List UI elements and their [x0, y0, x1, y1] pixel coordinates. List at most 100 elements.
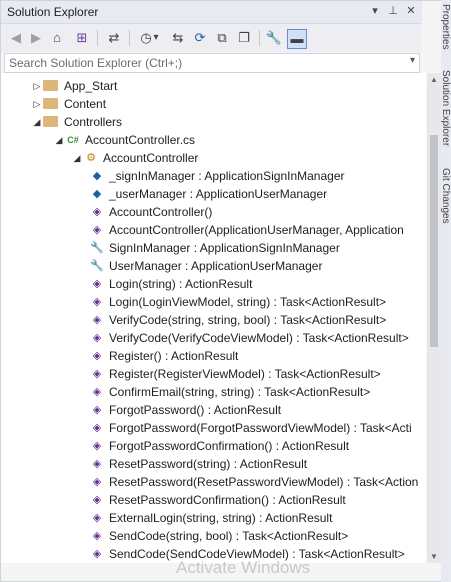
title-bar: Solution Explorer ▾ ⊥ ✕ — [1, 1, 422, 24]
method-icon: ◈ — [92, 367, 102, 380]
sync-icon[interactable]: ⇄ — [105, 29, 123, 47]
tree-item-label: SendCode(string, bool) : Task<ActionResu… — [109, 528, 349, 543]
method-icon: ◈ — [92, 295, 102, 308]
method-icon: ◈ — [92, 457, 102, 470]
window-dropdown-icon[interactable]: ▾ — [367, 3, 383, 19]
tree-item[interactable]: ◈ AccountController() — [89, 202, 213, 220]
tree-item-label: Register(RegisterViewModel) : Task<Actio… — [109, 366, 381, 381]
scrollbar-thumb[interactable] — [430, 135, 438, 347]
tree-item[interactable]: ◈ ForgotPasswordConfirmation() : ActionRe… — [89, 436, 349, 454]
tree-item[interactable]: ◈ ExternalLogin(string, string) : ActionR… — [89, 508, 333, 526]
tree-item[interactable]: ◈ Login(LoginViewModel, string) : Task<Ac… — [89, 292, 386, 310]
activate-windows-watermark: Activate Windows — [176, 558, 311, 577]
home-icon[interactable]: ⌂ — [48, 29, 66, 47]
side-tab-properties[interactable]: Properties — [441, 4, 451, 50]
tree-item[interactable]: ◈ VerifyCode(VerifyCodeViewModel) : Task<… — [89, 328, 409, 346]
property-icon: 🔧 — [90, 259, 104, 272]
tree-item-label: UserManager : ApplicationUserManager — [109, 258, 323, 273]
method-icon: ◈ — [92, 547, 102, 560]
filter-dropdown-icon[interactable]: ▾ — [151, 29, 161, 47]
method-icon: ◈ — [92, 277, 102, 290]
tree-item[interactable]: ▷ Content — [31, 94, 107, 113]
expander-icon[interactable]: ▷ — [31, 77, 43, 95]
tree-item-label: AccountController() — [109, 204, 213, 219]
switch-views-icon[interactable]: ⊞ — [73, 29, 91, 47]
method-icon: ◈ — [92, 349, 102, 362]
expander-icon[interactable]: ◢ — [71, 149, 83, 167]
solution-explorer-window: Solution Explorer ▾ ⊥ ✕ ◀ ▶ ⌂ ⊞ ⇄ ◷ ▾ ⇆ … — [0, 0, 451, 582]
tree-item-label: AccountController.cs — [85, 132, 196, 147]
tree-item[interactable]: ◢ Controllers — [31, 112, 123, 131]
private-field-icon: ◆ — [92, 187, 102, 200]
method-icon: ◈ — [92, 205, 102, 218]
method-icon: ◈ — [92, 511, 102, 524]
tree-item[interactable]: ◈ Register(RegisterViewModel) : Task<Acti… — [89, 364, 381, 382]
refresh-icon[interactable]: ⟳ — [191, 29, 209, 47]
tree-item-label: Content — [64, 96, 107, 111]
solution-tree: ▷ App_Start ▷ Content ◢ Controllers ◢ C# Account… — [1, 73, 426, 563]
tree-item[interactable]: ◆ _userManager : ApplicationUserManager — [89, 184, 327, 202]
tree-item-label: VerifyCode(VerifyCodeViewModel) : Task<A… — [109, 330, 409, 345]
close-icon[interactable]: ✕ — [403, 3, 419, 19]
tree-item[interactable]: ◆ _signInManager : ApplicationSignInManag… — [89, 166, 345, 184]
scroll-up-icon[interactable]: ▲ — [427, 75, 441, 84]
show-all-files-icon[interactable]: ❐ — [235, 29, 253, 47]
collapse-all-icon[interactable]: ⧉ — [213, 29, 231, 47]
tree-item[interactable]: ◈ AccountController(ApplicationUserManage… — [89, 220, 404, 238]
search-dropdown-icon[interactable]: ▾ — [410, 55, 415, 66]
search-placeholder: Search Solution Explorer (Ctrl+;) — [9, 56, 183, 70]
tree-item[interactable]: 🔧 SignInManager : ApplicationSignInManage… — [89, 238, 340, 256]
tree-item-label: ConfirmEmail(string, string) : Task<Acti… — [109, 384, 371, 399]
expander-icon[interactable]: ◢ — [31, 113, 43, 131]
tree-item[interactable]: ◈ SendCode(string, bool) : Task<ActionRes… — [89, 526, 348, 544]
cs-file-icon: C# — [67, 134, 79, 145]
method-icon: ◈ — [92, 331, 102, 344]
expander-icon[interactable]: ▷ — [31, 95, 43, 113]
tree-item-label: Login(LoginViewModel, string) : Task<Act… — [109, 294, 387, 309]
private-field-icon: ◆ — [92, 169, 102, 182]
tree-item-label: ForgotPasswordConfirmation() : ActionRes… — [109, 438, 350, 453]
tree-item-label: SignInManager : ApplicationSignInManager — [109, 240, 340, 255]
method-icon: ◈ — [92, 403, 102, 416]
properties-icon[interactable]: 🔧 — [265, 29, 283, 47]
tree-item[interactable]: ◈ ForgotPassword(ForgotPasswordViewModel)… — [89, 418, 412, 436]
forward-icon[interactable]: ▶ — [27, 29, 45, 47]
tree-item[interactable]: ◈ ResetPassword(ResetPasswordViewModel) :… — [89, 472, 419, 490]
tree-item-label: ResetPassword(string) : ActionResult — [109, 456, 308, 471]
tree-item-label: _userManager : ApplicationUserManager — [109, 186, 328, 201]
tree-item[interactable]: ◈ Login(string) : ActionResult — [89, 274, 253, 292]
tree-item[interactable]: ◈ ResetPasswordConfirmation() : ActionRes… — [89, 490, 346, 508]
method-icon: ◈ — [92, 493, 102, 506]
tree-item[interactable]: ▷ App_Start — [31, 76, 118, 95]
tree-item[interactable]: ◢ ⚙ AccountController — [71, 148, 199, 167]
property-icon: 🔧 — [90, 241, 104, 254]
preview-icon[interactable]: ▬ — [287, 29, 307, 49]
tree-item-label: Login(string) : ActionResult — [109, 276, 253, 291]
folder-icon — [43, 80, 58, 92]
vertical-scrollbar[interactable]: ▲ ▼ — [427, 73, 441, 563]
method-icon: ◈ — [92, 223, 102, 236]
tree-item[interactable]: ◈ VerifyCode(string, string, bool) : Task… — [89, 310, 386, 328]
toolbar-separator — [129, 30, 130, 46]
tree-item-label: App_Start — [64, 78, 118, 93]
tree-item[interactable]: ◈ ResetPassword(string) : ActionResult — [89, 454, 307, 472]
sync-with-document-icon[interactable]: ⇆ — [169, 29, 187, 47]
side-tab-solution-explorer[interactable]: Solution Explorer — [441, 70, 451, 146]
tree-item[interactable]: ◈ ForgotPassword() : ActionResult — [89, 400, 281, 418]
search-input[interactable]: Search Solution Explorer (Ctrl+;) ▾ — [4, 53, 420, 73]
tree-item[interactable]: ◢ C# AccountController.cs — [53, 130, 196, 149]
tree-item[interactable]: ◈ Register() : ActionResult — [89, 346, 239, 364]
tree-item[interactable]: 🔧 UserManager : ApplicationUserManager — [89, 256, 322, 274]
tree-item-label: ResetPasswordConfirmation() : ActionResu… — [109, 492, 346, 507]
back-icon[interactable]: ◀ — [7, 29, 25, 47]
method-icon: ◈ — [92, 385, 102, 398]
tree-item[interactable]: ◈ ConfirmEmail(string, string) : Task<Act… — [89, 382, 370, 400]
tree-item-label: ResetPassword(ResetPasswordViewModel) : … — [109, 474, 419, 489]
pin-icon[interactable]: ⊥ — [385, 3, 401, 19]
folder-icon — [43, 98, 58, 110]
expander-icon[interactable]: ◢ — [53, 131, 65, 149]
side-tab-git-changes[interactable]: Git Changes — [441, 168, 451, 224]
scroll-down-icon[interactable]: ▼ — [427, 552, 441, 561]
tree-item-label: ExternalLogin(string, string) : ActionRe… — [109, 510, 333, 525]
method-icon: ◈ — [92, 529, 102, 542]
